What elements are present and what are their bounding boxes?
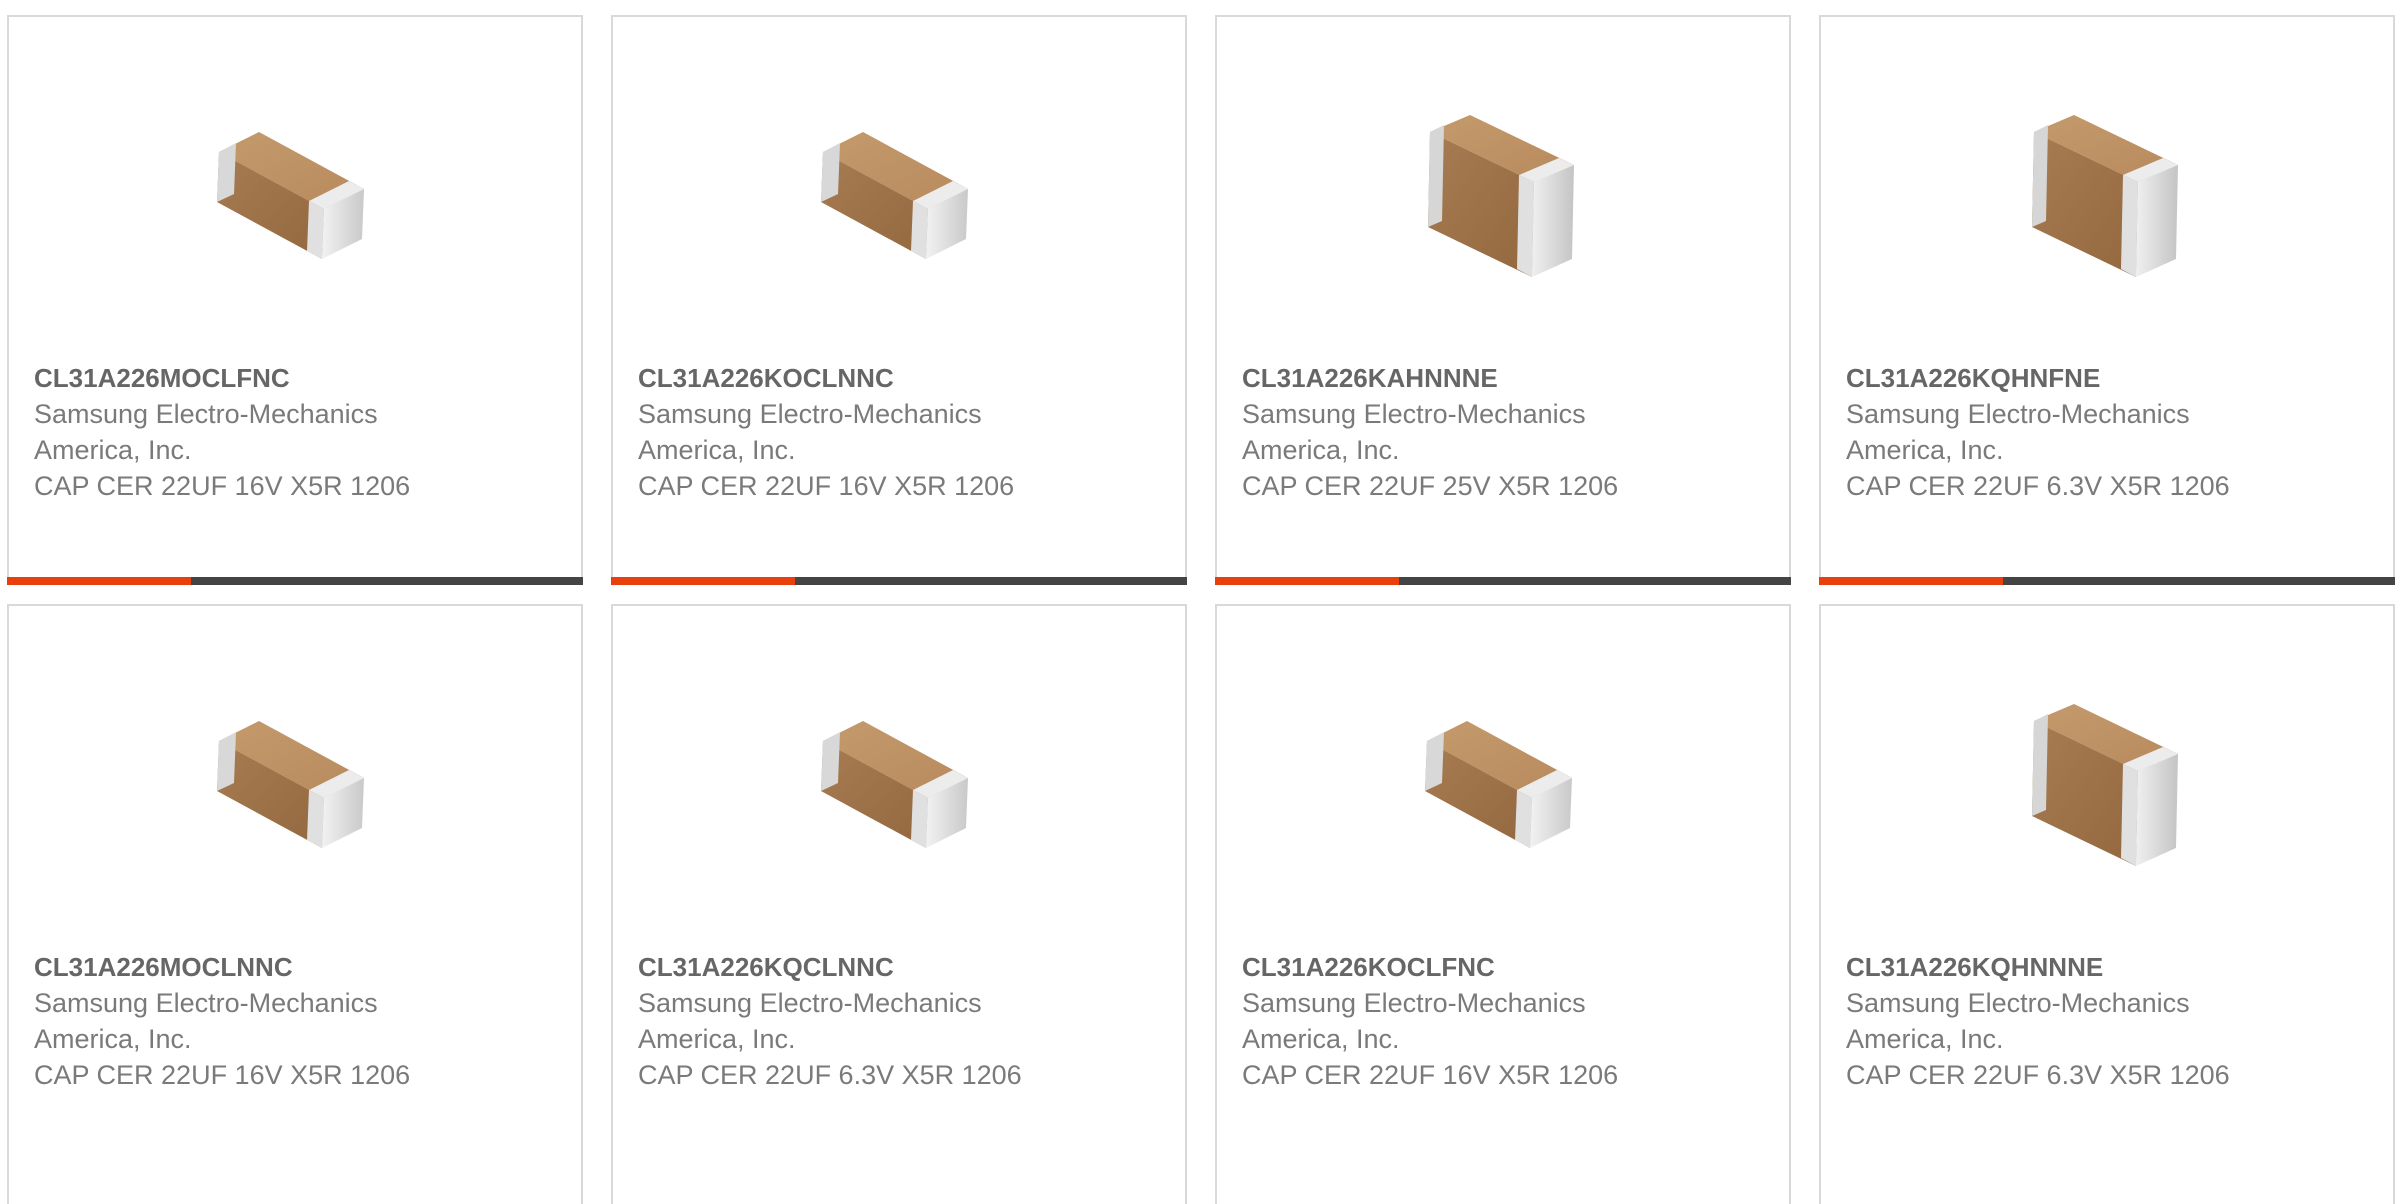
- product-card[interactable]: CL31A226KQCLNNC Samsung Electro-Mechanic…: [611, 604, 1187, 1204]
- progress-bar: [1215, 577, 1791, 585]
- product-image[interactable]: [2006, 686, 2206, 886]
- product-description: CAP CER 22UF 6.3V X5R 1206: [638, 1060, 1022, 1090]
- part-number-link[interactable]: CL31A226MOCLFNC: [34, 360, 561, 396]
- manufacturer: Samsung Electro-Mechanics America, Inc.: [638, 988, 982, 1054]
- product-image[interactable]: [1402, 97, 1602, 297]
- capacitor-illustration: [1428, 115, 1574, 277]
- product-info: CL31A226KOCLNNC Samsung Electro-Mechanic…: [638, 360, 1165, 504]
- product-description: CAP CER 22UF 6.3V X5R 1206: [1846, 1060, 2230, 1090]
- product-card[interactable]: CL31A226MOCLFNC Samsung Electro-Mechanic…: [7, 15, 583, 585]
- capacitor-illustration: [2032, 704, 2178, 866]
- part-number-link[interactable]: CL31A226KQHNNNE: [1846, 949, 2373, 985]
- progress-fill: [1819, 577, 2004, 585]
- manufacturer: Samsung Electro-Mechanics America, Inc.: [1242, 399, 1586, 465]
- product-image[interactable]: [798, 97, 998, 297]
- product-info: CL31A226KOCLFNC Samsung Electro-Mechanic…: [1242, 949, 1769, 1093]
- product-card[interactable]: CL31A226KAHNNNE Samsung Electro-Mechanic…: [1215, 15, 1791, 585]
- progress-bar: [7, 577, 583, 585]
- capacitor-illustration: [2032, 115, 2178, 277]
- product-info: CL31A226MOCLNNC Samsung Electro-Mechanic…: [34, 949, 561, 1093]
- product-image[interactable]: [194, 97, 394, 297]
- product-description: CAP CER 22UF 16V X5R 1206: [1242, 1060, 1619, 1090]
- product-card[interactable]: CL31A226KOCLNNC Samsung Electro-Mechanic…: [611, 15, 1187, 585]
- part-number-link[interactable]: CL31A226KOCLFNC: [1242, 949, 1769, 985]
- part-number-link[interactable]: CL31A226KQCLNNC: [638, 949, 1165, 985]
- product-description: CAP CER 22UF 25V X5R 1206: [1242, 471, 1619, 501]
- manufacturer: Samsung Electro-Mechanics America, Inc.: [1846, 988, 2190, 1054]
- product-image[interactable]: [798, 686, 998, 886]
- product-grid: CL31A226MOCLFNC Samsung Electro-Mechanic…: [0, 0, 2400, 1204]
- capacitor-illustration: [1425, 721, 1572, 848]
- capacitor-illustration: [821, 132, 968, 259]
- product-description: CAP CER 22UF 16V X5R 1206: [34, 471, 411, 501]
- product-info: CL31A226KQCLNNC Samsung Electro-Mechanic…: [638, 949, 1165, 1093]
- manufacturer: Samsung Electro-Mechanics America, Inc.: [34, 988, 378, 1054]
- product-image[interactable]: [2006, 97, 2206, 297]
- manufacturer: Samsung Electro-Mechanics America, Inc.: [34, 399, 378, 465]
- product-card[interactable]: CL31A226KOCLFNC Samsung Electro-Mechanic…: [1215, 604, 1791, 1204]
- part-number-link[interactable]: CL31A226KAHNNNE: [1242, 360, 1769, 396]
- product-image[interactable]: [194, 686, 394, 886]
- product-info: CL31A226KQHNNNE Samsung Electro-Mechanic…: [1846, 949, 2373, 1093]
- progress-fill: [7, 577, 192, 585]
- part-number-link[interactable]: CL31A226KQHNFNE: [1846, 360, 2373, 396]
- part-number-link[interactable]: CL31A226MOCLNNC: [34, 949, 561, 985]
- progress-bar: [611, 577, 1187, 585]
- part-number-link[interactable]: CL31A226KOCLNNC: [638, 360, 1165, 396]
- product-card[interactable]: CL31A226KQHNFNE Samsung Electro-Mechanic…: [1819, 15, 2395, 585]
- product-card[interactable]: CL31A226KQHNNNE Samsung Electro-Mechanic…: [1819, 604, 2395, 1204]
- product-description: CAP CER 22UF 16V X5R 1206: [34, 1060, 411, 1090]
- manufacturer: Samsung Electro-Mechanics America, Inc.: [1242, 988, 1586, 1054]
- product-image[interactable]: [1402, 686, 1602, 886]
- progress-fill: [1215, 577, 1400, 585]
- manufacturer: Samsung Electro-Mechanics America, Inc.: [638, 399, 982, 465]
- product-description: CAP CER 22UF 16V X5R 1206: [638, 471, 1015, 501]
- product-card[interactable]: CL31A226MOCLNNC Samsung Electro-Mechanic…: [7, 604, 583, 1204]
- product-info: CL31A226KQHNFNE Samsung Electro-Mechanic…: [1846, 360, 2373, 504]
- product-info: CL31A226KAHNNNE Samsung Electro-Mechanic…: [1242, 360, 1769, 504]
- manufacturer: Samsung Electro-Mechanics America, Inc.: [1846, 399, 2190, 465]
- product-description: CAP CER 22UF 6.3V X5R 1206: [1846, 471, 2230, 501]
- product-info: CL31A226MOCLFNC Samsung Electro-Mechanic…: [34, 360, 561, 504]
- progress-fill: [611, 577, 796, 585]
- progress-bar: [1819, 577, 2395, 585]
- capacitor-illustration: [217, 721, 364, 848]
- capacitor-illustration: [821, 721, 968, 848]
- capacitor-illustration: [217, 132, 364, 259]
